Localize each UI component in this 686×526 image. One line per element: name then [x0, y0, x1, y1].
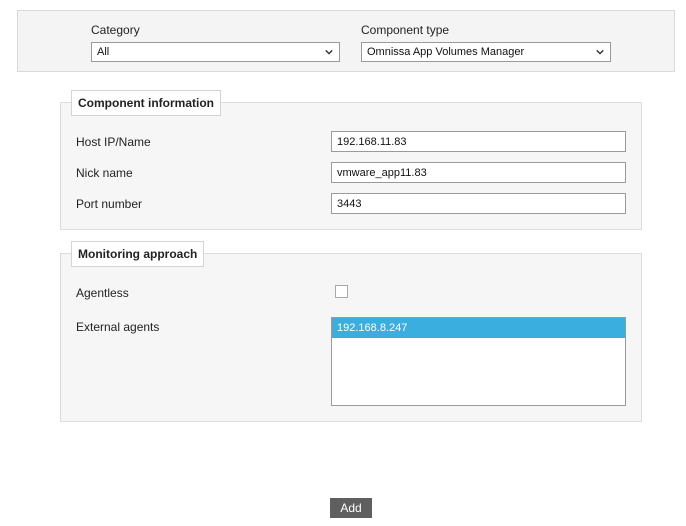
component-type-select[interactable]: Omnissa App Volumes Manager [361, 42, 611, 62]
category-label: Category [91, 23, 140, 37]
component-type-value: Omnissa App Volumes Manager [367, 46, 525, 58]
nick-name-input[interactable] [331, 162, 626, 183]
host-ip-label: Host IP/Name [76, 135, 151, 149]
nick-name-label: Nick name [76, 166, 133, 180]
category-value: All [97, 46, 110, 58]
agentless-checkbox[interactable] [335, 285, 348, 298]
agentless-label: Agentless [76, 286, 129, 300]
list-item[interactable]: 192.168.8.247 [332, 318, 625, 338]
chevron-down-icon [325, 49, 333, 55]
external-agents-label: External agents [76, 320, 160, 334]
port-label: Port number [76, 197, 143, 211]
port-input[interactable] [331, 193, 626, 214]
component-info-title: Component information [71, 90, 221, 116]
host-ip-input[interactable] [331, 131, 626, 152]
chevron-down-icon [596, 49, 604, 55]
external-agents-listbox[interactable]: 192.168.8.247 [331, 317, 626, 406]
add-button[interactable]: Add [330, 498, 372, 518]
monitoring-title: Monitoring approach [71, 241, 205, 267]
category-select[interactable]: All [91, 42, 340, 62]
filter-bar: Category All Component type Omnissa App … [17, 10, 675, 72]
component-type-label: Component type [361, 23, 450, 37]
